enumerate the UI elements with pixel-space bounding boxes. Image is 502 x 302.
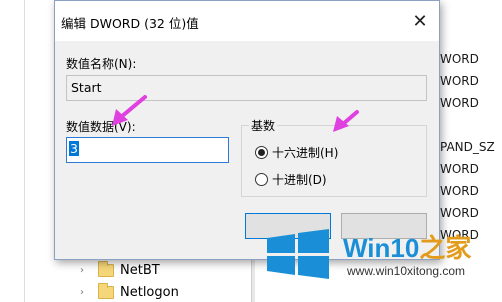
hex-radio-button[interactable] — [255, 146, 268, 159]
value-type: WORD — [440, 74, 479, 88]
value-type: WORD — [440, 52, 479, 66]
tree-item-label: Netlogon — [120, 284, 179, 300]
watermark-title: Win10之家 — [343, 228, 471, 265]
watermark-url: www.win10xitong.com — [347, 264, 466, 278]
tree-item-netlogon[interactable]: › Netlogon — [74, 282, 179, 302]
chevron-right-icon[interactable]: › — [80, 265, 92, 276]
folder-icon — [98, 282, 114, 299]
registry-tree: › NetBT › Netlogon — [74, 258, 254, 302]
dialog-titlebar[interactable]: 编辑 DWORD (32 位)值 ✕ — [55, 1, 439, 41]
value-data-label: 数值数据(V): — [66, 120, 136, 134]
win10-watermark: Win10之家 www.win10xitong.com — [263, 222, 500, 290]
hex-radio-label: 十六进制(H) — [272, 146, 339, 160]
value-name-text: Start — [71, 80, 102, 95]
value-type: WORD — [440, 184, 479, 198]
folder-icon — [98, 260, 114, 277]
watermark-title-prefix: Win10 — [343, 233, 420, 263]
hex-radio-option[interactable]: 十六进制(H) — [255, 144, 338, 161]
windows-logo-icon — [267, 229, 329, 279]
value-name-label: 数值名称(N): — [66, 57, 137, 71]
value-type: PAND_SZ — [440, 140, 495, 154]
value-data-input[interactable]: 3 — [66, 137, 229, 163]
tree-guide-line — [24, 0, 25, 302]
edit-dword-dialog: 编辑 DWORD (32 位)值 ✕ 数值名称(N): Start 数值数据(V… — [54, 0, 440, 260]
value-data-text: 3 — [69, 141, 79, 156]
watermark-title-suffix: 之家 — [419, 233, 472, 263]
value-type: WORD — [440, 162, 479, 176]
dec-radio-label: 十进制(D) — [272, 173, 327, 187]
base-group-label: 基数 — [249, 117, 278, 134]
value-type: WORD — [440, 206, 479, 220]
dialog-title: 编辑 DWORD (32 位)值 — [61, 16, 199, 31]
value-name-field: Start — [66, 75, 427, 101]
chevron-right-icon[interactable]: › — [80, 287, 92, 298]
tree-item-netbt[interactable]: › NetBT — [74, 260, 160, 280]
close-icon: ✕ — [412, 10, 428, 32]
value-type: WORD — [440, 96, 479, 110]
dec-radio-button[interactable] — [255, 173, 268, 186]
dec-radio-option[interactable]: 十进制(D) — [255, 171, 327, 188]
close-button[interactable]: ✕ — [409, 10, 431, 32]
tree-item-label: NetBT — [120, 262, 160, 278]
